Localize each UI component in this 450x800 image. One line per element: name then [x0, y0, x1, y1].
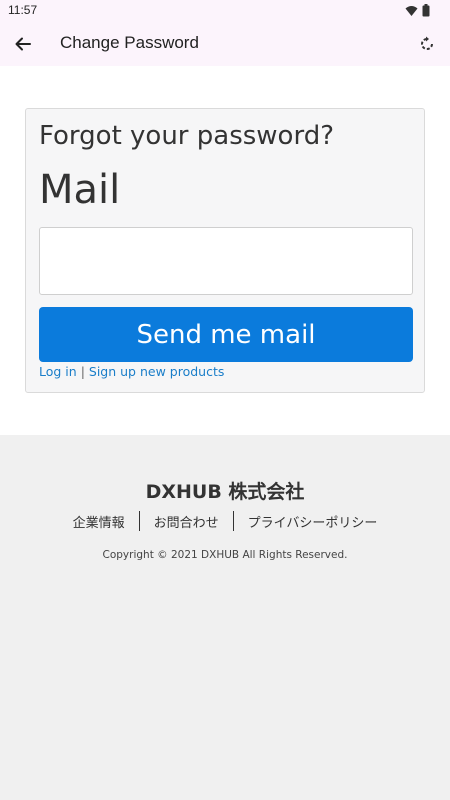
battery-icon [422, 4, 430, 17]
refresh-icon [421, 36, 433, 50]
login-link[interactable]: Log in [39, 364, 77, 379]
mail-input[interactable] [39, 227, 413, 295]
status-time: 11:57 [8, 3, 38, 17]
back-button[interactable] [10, 31, 36, 57]
signup-link[interactable]: Sign up new products [89, 364, 224, 379]
send-mail-button[interactable]: Send me mail [39, 307, 413, 362]
refresh-button[interactable] [414, 31, 440, 57]
app-bar: Change Password [0, 22, 450, 66]
link-separator: | [80, 364, 85, 379]
copyright: Copyright © 2021 DXHUB All Rights Reserv… [102, 549, 348, 561]
footer-link-contact[interactable]: お問合わせ [140, 512, 233, 531]
auth-links: Log in | Sign up new products [39, 364, 224, 379]
forgot-password-card: Forgot your password? Mail Send me mail … [25, 108, 425, 393]
mail-label: Mail [39, 167, 121, 213]
company-name: DXHUB 株式会社 [145, 481, 305, 503]
footer-links: 企業情報 お問合わせ プライバシーポリシー [0, 511, 450, 531]
arrow-left-icon [15, 37, 31, 51]
main-content: Forgot your password? Mail Send me mail … [0, 66, 450, 435]
wifi-icon [405, 5, 418, 16]
page-title: Change Password [60, 33, 199, 52]
status-icons [405, 4, 430, 17]
status-bar: 11:57 [0, 0, 450, 22]
form-title: Forgot your password? [39, 121, 335, 151]
footer-link-company-info[interactable]: 企業情報 [59, 512, 139, 531]
footer: DXHUB 株式会社 企業情報 お問合わせ プライバシーポリシー Copyrig… [0, 435, 450, 800]
footer-link-privacy-policy[interactable]: プライバシーポリシー [234, 512, 392, 531]
